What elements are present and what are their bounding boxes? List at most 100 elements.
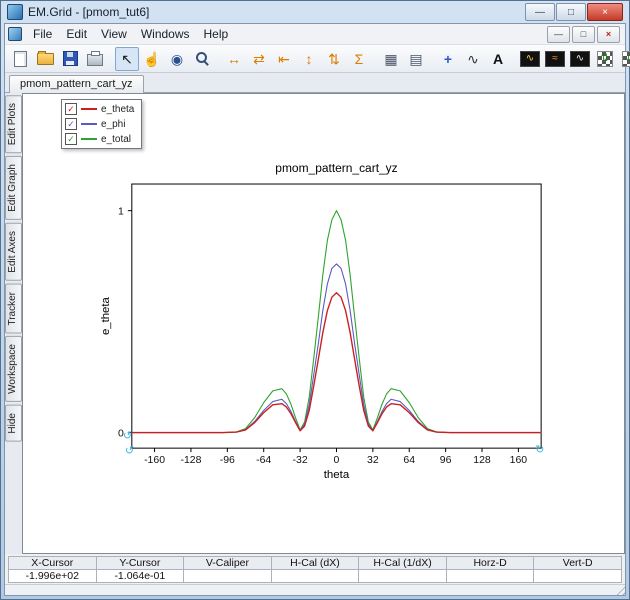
series-line-e_theta xyxy=(131,292,542,434)
fit-y-button[interactable]: ⇅ xyxy=(322,47,346,71)
legend-item-e_theta: ✓ e_theta xyxy=(65,103,134,115)
tile-vertical-icon: ⇅ xyxy=(597,50,613,67)
legend: ✓ e_theta ✓ e_phi ✓ e_total xyxy=(61,99,143,149)
zoom-button[interactable] xyxy=(190,47,214,71)
autoscale-icon: Σ xyxy=(354,50,364,67)
side-tab-edit-plots[interactable]: Edit Plots xyxy=(5,95,22,154)
menu-edit[interactable]: Edit xyxy=(59,25,94,43)
legend-line-sample xyxy=(81,108,97,110)
tile-vertical-button[interactable]: ⇅ xyxy=(593,47,617,71)
open-file-button[interactable] xyxy=(33,47,57,71)
mdi-close-button[interactable]: × xyxy=(597,25,620,43)
side-tab-edit-graph[interactable]: Edit Graph xyxy=(5,156,22,221)
cursor-readout-table: X-Cursor Y-Cursor V-Caliper H-Cal (dX) H-Cal… xyxy=(8,556,622,583)
menu-bar: File Edit View Windows Help — □ × xyxy=(5,24,625,45)
status-strip xyxy=(5,583,625,595)
fit-x-icon: ⇤ xyxy=(278,50,290,67)
curve-marker-button[interactable]: ∿ xyxy=(461,47,485,71)
mdi-window-controls: — □ × xyxy=(547,25,622,43)
menu-view[interactable]: View xyxy=(94,25,134,43)
spectrum-view-icon: ≈ xyxy=(545,50,565,67)
text-annotation-button[interactable]: A xyxy=(486,47,510,71)
x-tick-label: -64 xyxy=(256,455,271,466)
autoscale-button[interactable]: Σ xyxy=(347,47,371,71)
mdi-document-icon xyxy=(8,27,22,41)
side-tab-workspace[interactable]: Workspace xyxy=(5,336,22,403)
maximize-button[interactable]: □ xyxy=(556,3,586,21)
menu-windows[interactable]: Windows xyxy=(134,25,197,43)
x-tick-label: 128 xyxy=(473,455,491,466)
legend-checkbox-e_theta[interactable]: ✓ xyxy=(65,103,77,115)
axis-handle-icon[interactable]: ↺ xyxy=(123,430,132,442)
plot-frame xyxy=(131,183,542,449)
grid-toggle-button[interactable]: ▦ xyxy=(379,47,403,71)
plot-svg[interactable]: -160 -128 -96 -64 -32 0 32 64 96 128 16001pmom_pat… xyxy=(23,94,624,553)
legend-label: e_total xyxy=(101,133,132,145)
spectrum-view-button[interactable]: ≈ xyxy=(543,47,567,71)
mdi-minimize-button[interactable]: — xyxy=(547,25,570,43)
table-header-y-cursor: Y-Cursor xyxy=(95,556,185,570)
legend-line-sample xyxy=(81,138,97,140)
table-header-h-cal-1-dx-: H-Cal (1/dX) xyxy=(358,556,447,570)
expand-y-button[interactable]: ↕ xyxy=(297,47,321,71)
side-tab-edit-axes[interactable]: Edit Axes xyxy=(5,223,22,281)
cursor-value-6 xyxy=(533,569,622,583)
cursor-value-0: -1.996e+02 xyxy=(8,569,97,583)
y-axis-label: e_theta xyxy=(100,296,112,335)
table-header-vert-d: Vert-D xyxy=(533,556,622,570)
x-axis-label: theta xyxy=(324,469,350,481)
minimize-button[interactable]: — xyxy=(525,3,555,21)
menu-file[interactable]: File xyxy=(26,25,59,43)
side-tab-hide[interactable]: Hide xyxy=(5,405,22,442)
x-tick-label: 96 xyxy=(440,455,452,466)
table-header-x-cursor: X-Cursor xyxy=(8,556,97,570)
new-file-icon xyxy=(13,50,27,67)
select-cursor-button[interactable]: ↖ xyxy=(115,46,139,71)
resize-grip[interactable] xyxy=(613,583,625,595)
table-icon: ▤ xyxy=(409,50,423,67)
cursor-value-1: -1.064e-01 xyxy=(95,569,185,583)
mdi-restore-button[interactable]: □ xyxy=(572,25,595,43)
legend-checkbox-e_phi[interactable]: ✓ xyxy=(65,118,77,130)
x-tick-label: 160 xyxy=(510,455,528,466)
toolbar: ↖☝◉↔⇄⇤↕⇅Σ▦▤+∿A∿≈∿⇅⇊↔≡Layou xyxy=(5,45,630,73)
zoom-extents-icon: ◉ xyxy=(170,50,184,67)
data-table-button[interactable]: ▤ xyxy=(404,47,428,71)
fit-y-icon: ⇅ xyxy=(328,50,340,67)
cursor-icon: ↖ xyxy=(121,50,133,67)
waterfall-view-button[interactable]: ∿ xyxy=(568,47,592,71)
title-bar[interactable]: EM.Grid - [pmom_tut6] — □ × xyxy=(4,1,626,23)
legend-item-e_total: ✓ e_total xyxy=(65,133,134,145)
x-tick-label: -96 xyxy=(220,455,235,466)
window-controls: — □ × xyxy=(525,3,623,21)
tab-pmom-pattern-cart-yz[interactable]: pmom_pattern_cart_yz xyxy=(9,75,144,93)
legend-label: e_theta xyxy=(101,103,135,115)
curve-marker-icon: ∿ xyxy=(467,50,479,67)
zoom-extents-button[interactable]: ◉ xyxy=(165,47,189,71)
save-button[interactable] xyxy=(58,47,82,71)
x-tick-label: -32 xyxy=(293,455,308,466)
pan-x-button[interactable]: ⇄ xyxy=(247,47,271,71)
close-button[interactable]: × xyxy=(587,3,623,21)
pan-button[interactable]: ☝ xyxy=(140,47,164,71)
legend-checkbox-e_total[interactable]: ✓ xyxy=(65,133,77,145)
tile-horizontal-button[interactable]: ⇊ xyxy=(618,47,630,71)
menu-help[interactable]: Help xyxy=(197,25,236,43)
plot-panel: -160 -128 -96 -64 -32 0 32 64 96 128 160 0 1 pmom_pat… xyxy=(22,93,625,554)
new-file-button[interactable] xyxy=(8,47,32,71)
crosshair-button[interactable]: + xyxy=(436,47,460,71)
axis-handle-icon[interactable]: ↻ xyxy=(535,444,544,456)
side-tab-tracker[interactable]: Tracker xyxy=(5,283,22,334)
content-area: Edit Plots Edit Graph Edit Axes Tracker Work… xyxy=(5,93,625,554)
expand-x-button[interactable]: ↔ xyxy=(222,47,246,71)
scope-view-button[interactable]: ∿ xyxy=(518,47,542,71)
cursor-value-5 xyxy=(445,569,535,583)
magnifier-icon xyxy=(195,51,210,66)
cursor-value-3 xyxy=(270,569,360,583)
axis-handle-icon[interactable]: ↺ xyxy=(125,445,134,457)
fit-x-button[interactable]: ⇤ xyxy=(272,47,296,71)
window-body: File Edit View Windows Help — □ × ↖ ☝ ◉ ↔ ⇄ ⇤ ↕ ⇅ Σ ▦… xyxy=(4,23,630,596)
table-header-horz-d: Horz-D xyxy=(445,556,535,570)
crosshair-icon: + xyxy=(443,50,453,67)
print-button[interactable] xyxy=(83,47,107,71)
